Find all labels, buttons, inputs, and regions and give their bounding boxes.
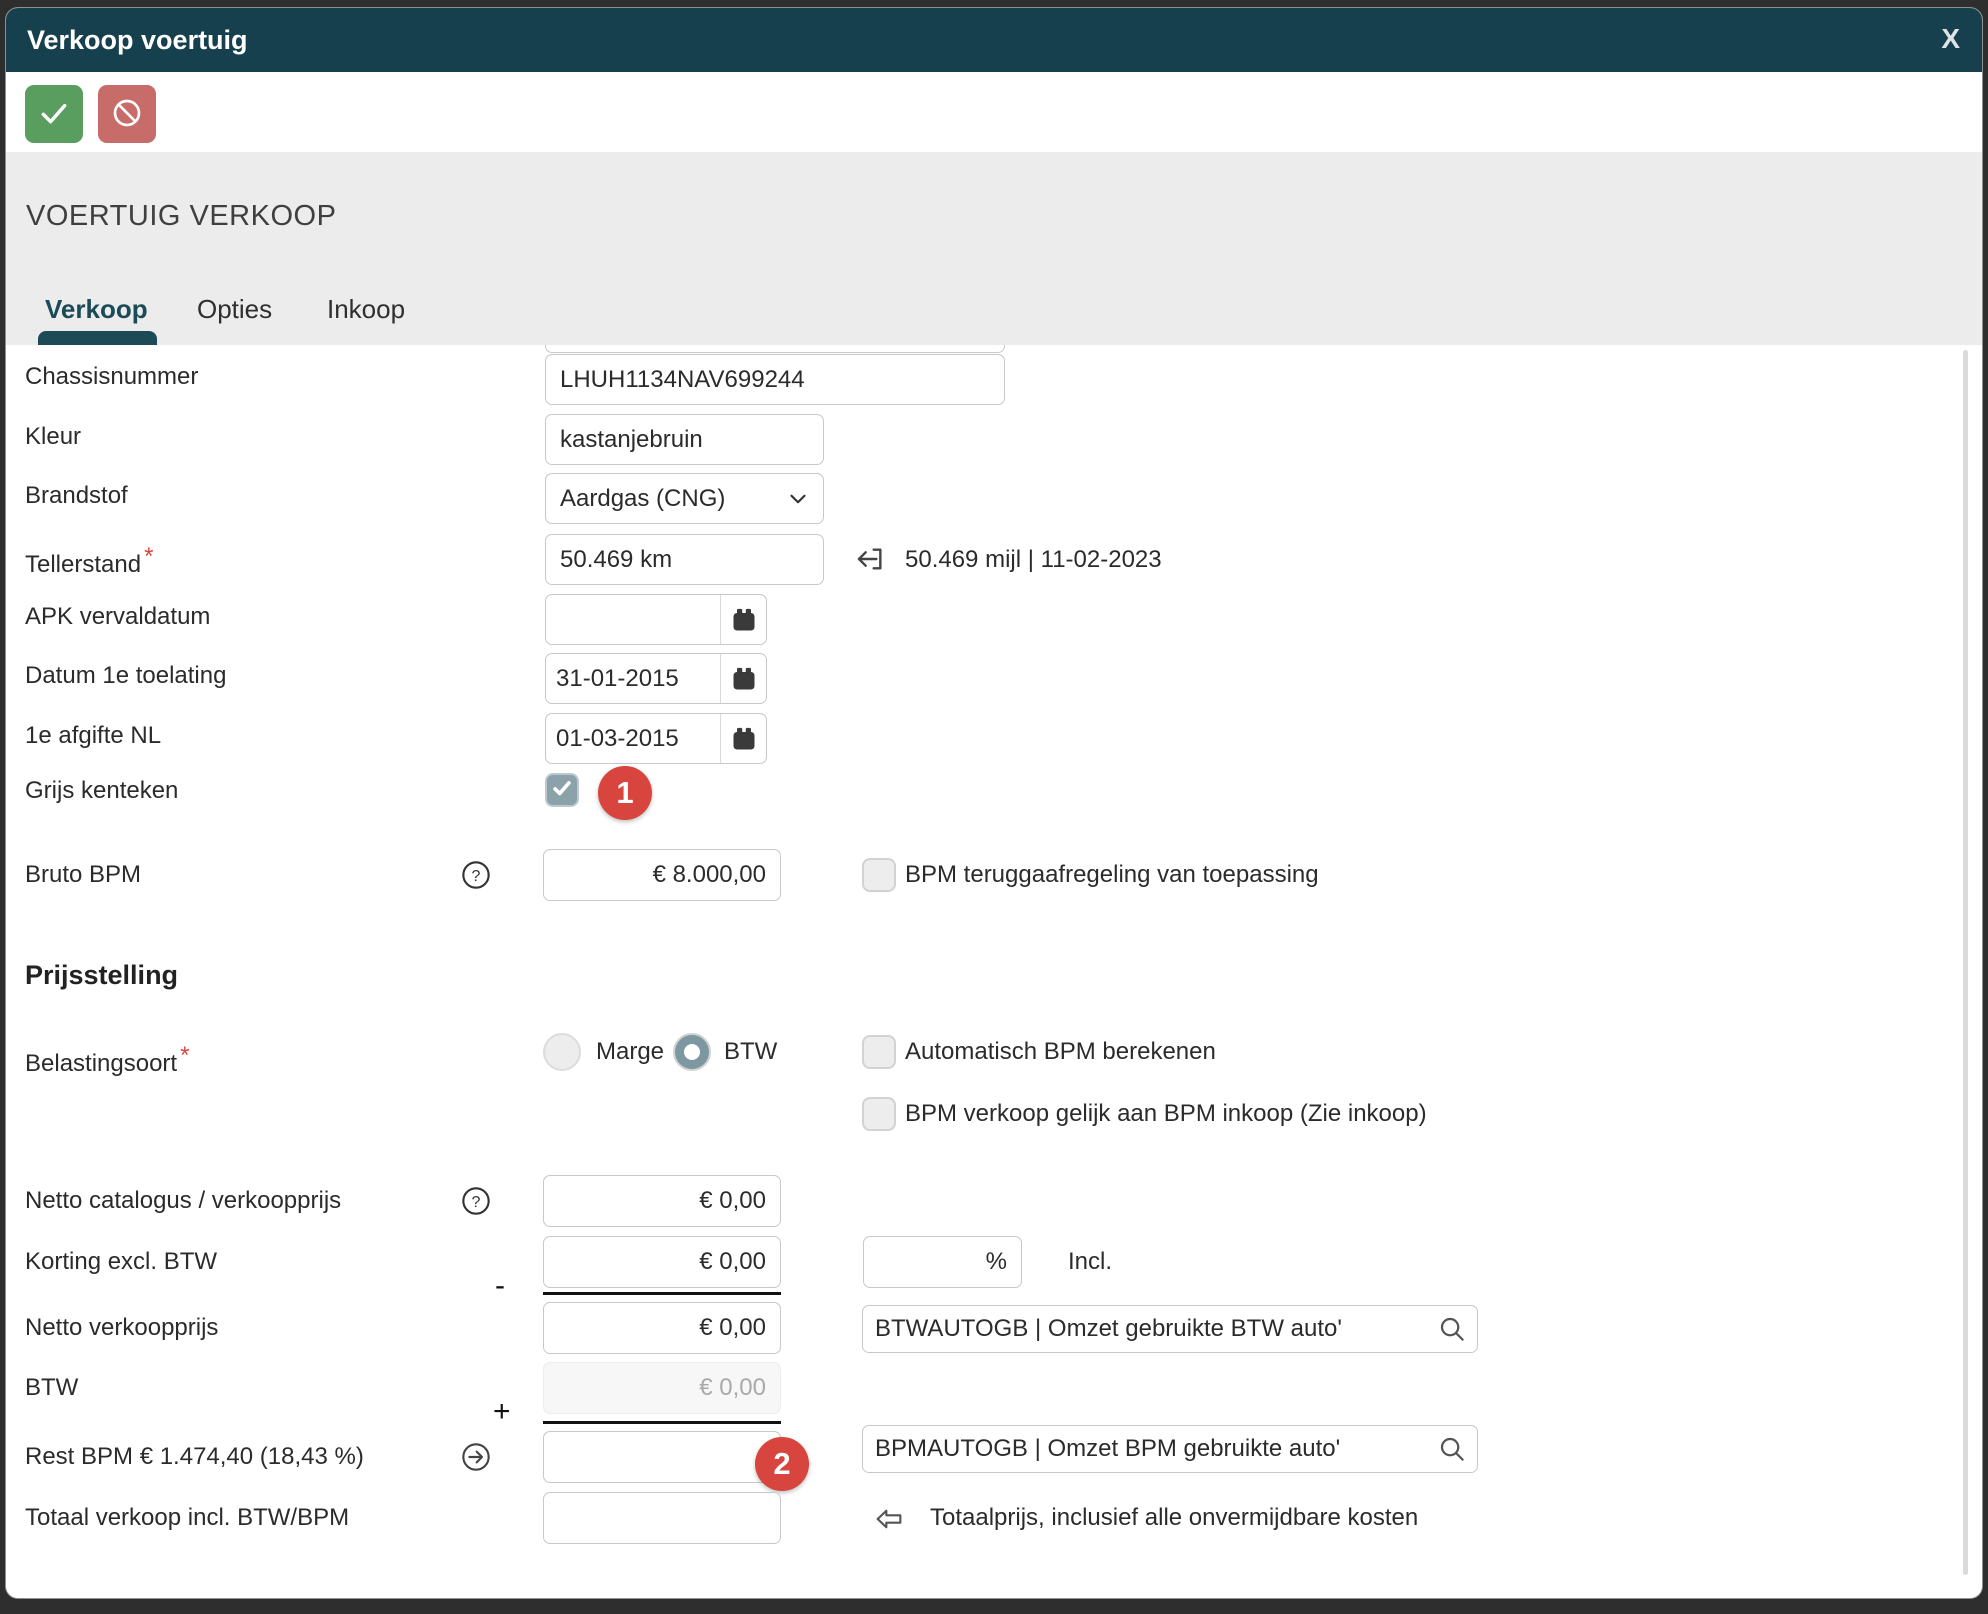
page-header: VOERTUIG VERKOOP Verkoop Opties Inkoop	[6, 152, 1982, 345]
verkoop-voertuig-dialog: Verkoop voertuig X VOERTUIG VERKOOP Verk…	[6, 8, 1982, 1598]
tab-inkoop[interactable]: Inkoop	[327, 294, 405, 325]
tellerstand-conversion-text: 50.469 mijl | 11-02-2023	[905, 534, 1162, 585]
brandstof-selected-value: Aardgas (CNG)	[560, 485, 725, 513]
chevron-down-icon	[785, 486, 811, 512]
btw-grootboek-lookup[interactable]: BTWAUTOGB | Omzet gebruikte BTW auto'	[862, 1305, 1478, 1353]
check-icon	[38, 97, 70, 132]
apk-vervaldatum-input[interactable]	[546, 595, 720, 644]
automatisch-bpm-label: Automatisch BPM berekenen	[905, 1026, 1216, 1078]
prohibition-icon	[111, 97, 143, 132]
required-asterisk: *	[144, 543, 153, 570]
active-tab-indicator	[38, 331, 157, 345]
tellerstand-input[interactable]	[545, 534, 824, 585]
check-icon	[551, 777, 573, 804]
incl-label: Incl.	[1068, 1236, 1112, 1288]
netto-verkoopprijs-label: Netto verkoopprijs	[25, 1302, 218, 1354]
radio-marge[interactable]	[543, 1033, 581, 1071]
bpm-gelijk-checkbox[interactable]	[862, 1097, 896, 1131]
confirm-button[interactable]	[25, 85, 83, 143]
dialog-title: Verkoop voertuig	[27, 8, 248, 72]
step-badge-1: 1	[598, 766, 652, 820]
vertical-scrollbar[interactable]	[1963, 350, 1968, 1575]
close-icon[interactable]: X	[1941, 8, 1960, 70]
tab-verkoop[interactable]: Verkoop	[45, 294, 148, 325]
bpm-grootboek-value: BPMAUTOGB | Omzet BPM gebruikte auto'	[875, 1435, 1340, 1463]
cancel-button[interactable]	[98, 85, 156, 143]
plus-operator: +	[493, 1395, 511, 1429]
kleur-label: Kleur	[25, 411, 81, 463]
dialog-toolbar	[6, 72, 1982, 152]
kleur-input[interactable]	[545, 414, 824, 465]
help-icon[interactable]: ?	[460, 1185, 492, 1217]
btw-label: BTW	[25, 1362, 78, 1414]
brandstof-label: Brandstof	[25, 470, 128, 522]
minus-operator: -	[495, 1269, 505, 1303]
btw-grootboek-value: BTWAUTOGB | Omzet gebruikte BTW auto'	[875, 1315, 1342, 1343]
arrow-right-circle-icon[interactable]	[460, 1441, 492, 1473]
help-icon[interactable]: ?	[460, 859, 492, 891]
korting-input[interactable]	[543, 1236, 781, 1288]
totaal-verkoop-input[interactable]	[543, 1492, 781, 1544]
svg-text:?: ?	[472, 1194, 481, 1211]
calendar-icon[interactable]	[720, 714, 766, 763]
bpm-grootboek-lookup[interactable]: BPMAUTOGB | Omzet BPM gebruikte auto'	[862, 1425, 1478, 1473]
bruto-bpm-label: Bruto BPM	[25, 849, 141, 901]
tab-opties[interactable]: Opties	[197, 294, 272, 325]
grijs-kenteken-checkbox[interactable]	[545, 773, 579, 807]
afgifte-nl-datepicker	[545, 713, 767, 764]
totaal-verkoop-hint: Totaalprijs, inclusief alle onvermijdbar…	[930, 1492, 1418, 1544]
verkoop-form: Chassisnummer Kleur Brandstof Aardgas (C…	[6, 345, 1982, 1598]
chassisnummer-input[interactable]	[545, 354, 1005, 405]
datum-1e-toelating-label: Datum 1e toelating	[25, 650, 226, 702]
grijs-kenteken-label: Grijs kenteken	[25, 765, 178, 817]
netto-catalogus-input[interactable]	[543, 1175, 781, 1227]
afgifte-nl-input[interactable]	[546, 714, 720, 763]
chassisnummer-label: Chassisnummer	[25, 351, 198, 403]
tellerstand-label: Tellerstand*	[25, 531, 153, 583]
netto-catalogus-label: Netto catalogus / verkoopprijs	[25, 1175, 341, 1227]
btw-input	[543, 1362, 781, 1414]
calendar-icon[interactable]	[720, 595, 766, 644]
required-asterisk: *	[180, 1042, 189, 1069]
afgifte-nl-label: 1e afgifte NL	[25, 710, 161, 762]
unit-conversion-icon	[855, 543, 887, 575]
bpm-gelijk-label: BPM verkoop gelijk aan BPM inkoop (Zie i…	[905, 1088, 1427, 1140]
apk-vervaldatum-label: APK vervaldatum	[25, 591, 210, 643]
radio-btw-label: BTW	[724, 1033, 777, 1071]
netto-verkoopprijs-input[interactable]	[543, 1302, 781, 1354]
rest-bpm-label: Rest BPM € 1.474,40 (18,43 %)	[25, 1431, 364, 1483]
apk-vervaldatum-datepicker	[545, 594, 767, 645]
svg-text:?: ?	[472, 868, 481, 885]
subtraction-line	[543, 1292, 781, 1295]
bruto-bpm-input[interactable]	[543, 849, 781, 901]
belastingsoort-label: Belastingsoort*	[25, 1030, 189, 1082]
search-icon	[1437, 1314, 1467, 1344]
arrow-left-outline-icon	[873, 1503, 905, 1535]
radio-marge-label: Marge	[596, 1033, 664, 1071]
automatisch-bpm-checkbox[interactable]	[862, 1035, 896, 1069]
datum-1e-toelating-datepicker	[545, 653, 767, 704]
korting-percent-input[interactable]	[863, 1236, 1022, 1288]
dialog-titlebar: Verkoop voertuig X	[6, 8, 1982, 72]
search-icon	[1437, 1434, 1467, 1464]
addition-line	[543, 1421, 781, 1424]
brandstof-select[interactable]: Aardgas (CNG)	[545, 473, 824, 524]
bpm-teruggaaf-label: BPM teruggaafregeling van toepassing	[905, 849, 1319, 901]
korting-label: Korting excl. BTW	[25, 1236, 217, 1288]
page-title: VOERTUIG VERKOOP	[26, 200, 336, 233]
calendar-icon[interactable]	[720, 654, 766, 703]
datum-1e-toelating-input[interactable]	[546, 654, 720, 703]
totaal-verkoop-label: Totaal verkoop incl. BTW/BPM	[25, 1492, 349, 1544]
radio-btw[interactable]	[673, 1033, 711, 1071]
step-badge-2: 2	[755, 1437, 809, 1491]
bpm-teruggaaf-checkbox[interactable]	[862, 858, 896, 892]
scrolled-field-edge	[545, 345, 1005, 353]
prijsstelling-heading: Prijsstelling	[25, 960, 178, 991]
rest-bpm-input[interactable]	[543, 1431, 781, 1483]
